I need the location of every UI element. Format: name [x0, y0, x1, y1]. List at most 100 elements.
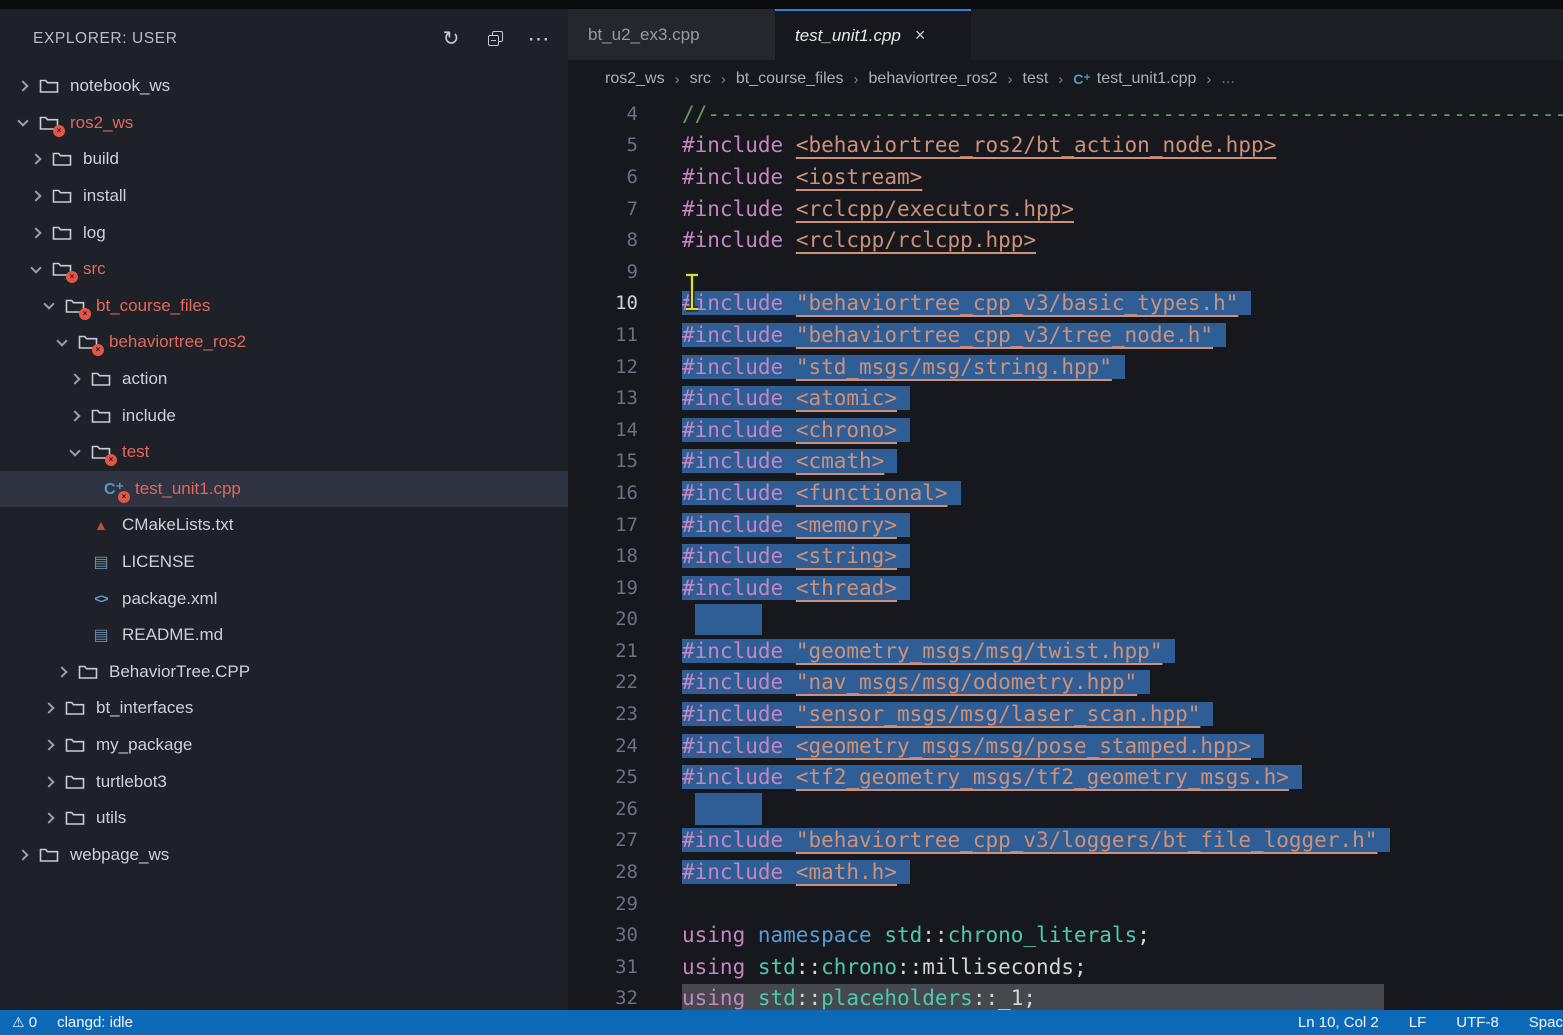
folder-icon — [89, 369, 113, 389]
code-editor[interactable]: 4//-------------------------------------… — [568, 98, 1563, 1010]
code-line-13[interactable]: 13#include <atomic> — [568, 382, 1563, 414]
breadcrumb-item-test-unit1-cpp[interactable]: C⁺test_unit1.cpp — [1073, 70, 1196, 88]
code-line-4[interactable]: 4//-------------------------------------… — [568, 98, 1563, 130]
breadcrumb-label: ... — [1221, 70, 1234, 88]
token-inc: "sensor_msgs/msg/laser_scan.hpp" — [796, 702, 1201, 726]
token-typ: std — [884, 923, 922, 947]
encoding-indicator[interactable]: UTF-8 — [1456, 1014, 1499, 1031]
code-line-content: using std::placeholders::_1; — [682, 986, 1036, 1010]
line-number: 21 — [568, 640, 638, 662]
code-line-7[interactable]: 7#include <rclcpp/executors.hpp> — [568, 193, 1563, 225]
code-line-17[interactable]: 17#include <memory> — [568, 509, 1563, 541]
tree-item-build[interactable]: build — [0, 141, 568, 178]
token-pp: #include — [682, 355, 783, 379]
tree-item-webpage-ws[interactable]: webpage_ws — [0, 836, 568, 873]
file-tree: notebook_ws×ros2_wsbuildinstalllog×src×b… — [0, 68, 568, 873]
code-line-6[interactable]: 6#include <iostream> — [568, 161, 1563, 193]
code-line-content: #include "nav_msgs/msg/odometry.hpp" — [682, 670, 1150, 694]
tab-bt-u2-ex3-cpp[interactable]: bt_u2_ex3.cpp — [568, 9, 775, 60]
cursor-position[interactable]: Ln 10, Col 2 — [1298, 1014, 1379, 1031]
tree-item-src[interactable]: ×src — [0, 251, 568, 288]
code-line-14[interactable]: 14#include <chrono> — [568, 414, 1563, 446]
folder-icon — [50, 186, 74, 206]
refresh-icon[interactable]: ↻ — [440, 28, 462, 50]
folder-icon: × — [63, 296, 87, 316]
problems-indicator[interactable]: ⚠ 0 — [12, 1014, 37, 1031]
chevron-right-icon — [40, 814, 57, 822]
line-number: 27 — [568, 829, 638, 851]
clangd-status[interactable]: clangd: idle — [57, 1014, 133, 1031]
code-line-19[interactable]: 19#include <thread> — [568, 572, 1563, 604]
code-line-16[interactable]: 16#include <functional> — [568, 477, 1563, 509]
chevron-right-icon — [66, 412, 83, 420]
code-line-11[interactable]: 11#include "behaviortree_cpp_v3/tree_nod… — [568, 319, 1563, 351]
code-line-32[interactable]: 32using std::placeholders::_1; — [568, 983, 1563, 1010]
tree-item-ros2-ws[interactable]: ×ros2_ws — [0, 105, 568, 142]
tree-item-install[interactable]: install — [0, 178, 568, 215]
tree-item-license[interactable]: ▤LICENSE — [0, 544, 568, 581]
tree-item-label: install — [83, 186, 126, 206]
tree-item-log[interactable]: log — [0, 214, 568, 251]
code-line-25[interactable]: 25#include <tf2_geometry_msgs/tf2_geomet… — [568, 761, 1563, 793]
tree-item-test-unit1-cpp[interactable]: C⁺×test_unit1.cpp — [0, 471, 568, 508]
folder-icon — [76, 662, 100, 682]
breadcrumb-item--[interactable]: ... — [1221, 70, 1234, 88]
breadcrumb-item-bt-course-files[interactable]: bt_course_files — [736, 70, 844, 88]
code-line-31[interactable]: 31using std::chrono::milliseconds; — [568, 951, 1563, 983]
breadcrumb-item-ros2-ws[interactable]: ros2_ws — [605, 70, 665, 88]
collapse-folders-icon[interactable] — [484, 28, 506, 50]
code-line-29[interactable]: 29 — [568, 888, 1563, 920]
code-line-21[interactable]: 21#include "geometry_msgs/msg/twist.hpp" — [568, 635, 1563, 667]
tree-item-action[interactable]: action — [0, 361, 568, 398]
code-line-23[interactable]: 23#include "sensor_msgs/msg/laser_scan.h… — [568, 698, 1563, 730]
close-icon[interactable]: × — [915, 25, 926, 46]
tree-item-include[interactable]: include — [0, 397, 568, 434]
code-line-24[interactable]: 24#include <geometry_msgs/msg/pose_stamp… — [568, 730, 1563, 762]
tree-item-readme-md[interactable]: ▤README.md — [0, 617, 568, 654]
more-actions-icon[interactable]: ⋯ — [528, 28, 550, 50]
code-line-content: #include <math.h> — [682, 860, 910, 884]
tab-label: test_unit1.cpp — [795, 26, 901, 46]
tree-item-package-xml[interactable]: <>package.xml — [0, 580, 568, 617]
code-line-20[interactable]: 20 — [568, 604, 1563, 636]
tab-test-unit1-cpp[interactable]: test_unit1.cpp × — [775, 9, 971, 60]
tree-item-test[interactable]: ×test — [0, 434, 568, 471]
code-line-28[interactable]: 28#include <math.h> — [568, 856, 1563, 888]
tree-item-cmakelists-txt[interactable]: ▲CMakeLists.txt — [0, 507, 568, 544]
tab-label: bt_u2_ex3.cpp — [588, 25, 700, 45]
code-line-5[interactable]: 5#include <behaviortree_ros2/bt_action_n… — [568, 130, 1563, 162]
code-line-26[interactable]: 26 — [568, 793, 1563, 825]
breadcrumb-item-src[interactable]: src — [690, 70, 711, 88]
breadcrumb-item-behaviortree-ros2[interactable]: behaviortree_ros2 — [869, 70, 998, 88]
code-line-15[interactable]: 15#include <cmath> — [568, 446, 1563, 478]
breadcrumb-item-test[interactable]: test — [1023, 70, 1049, 88]
token-pp: #include — [682, 639, 783, 663]
code-line-12[interactable]: 12 #include "std_msgs/msg/string.hpp" — [568, 351, 1563, 383]
code-line-27[interactable]: 27#include "behaviortree_cpp_v3/loggers/… — [568, 825, 1563, 857]
token-inc: "std_msgs/msg/string.hpp" — [796, 355, 1112, 379]
code-line-22[interactable]: 22#include "nav_msgs/msg/odometry.hpp" — [568, 667, 1563, 699]
tree-item-behaviortree-cpp[interactable]: BehaviorTree.CPP — [0, 654, 568, 691]
code-line-30[interactable]: 30using namespace std::chrono_literals; — [568, 919, 1563, 951]
code-line-18[interactable]: 18#include <string> — [568, 540, 1563, 572]
indentation-indicator[interactable]: Spac — [1529, 1014, 1563, 1031]
token-pp: #include — [682, 291, 783, 315]
breadcrumb-separator-icon: › — [1206, 71, 1211, 88]
tree-item-bt-interfaces[interactable]: bt_interfaces — [0, 690, 568, 727]
code-line-8[interactable]: 8#include <rclcpp/rclcpp.hpp> — [568, 224, 1563, 256]
tree-item-turtlebot3[interactable]: turtlebot3 — [0, 763, 568, 800]
eol-indicator[interactable]: LF — [1409, 1014, 1427, 1031]
token-pln — [783, 291, 796, 315]
line-number: 10 — [568, 292, 638, 314]
tree-item-bt-course-files[interactable]: ×bt_course_files — [0, 288, 568, 325]
tree-item-behaviortree-ros2[interactable]: ×behaviortree_ros2 — [0, 324, 568, 361]
code-line-10[interactable]: 10#include "behaviortree_cpp_v3/basic_ty… — [568, 288, 1563, 320]
token-pp: #include — [682, 765, 783, 789]
tree-item-my-package[interactable]: my_package — [0, 727, 568, 764]
tree-item-notebook-ws[interactable]: notebook_ws — [0, 68, 568, 105]
tree-item-label: bt_interfaces — [96, 698, 193, 718]
code-line-9[interactable]: 9 — [568, 256, 1563, 288]
line-number: 9 — [568, 261, 638, 283]
tree-item-utils[interactable]: utils — [0, 800, 568, 837]
line-number: 12 — [568, 356, 638, 378]
